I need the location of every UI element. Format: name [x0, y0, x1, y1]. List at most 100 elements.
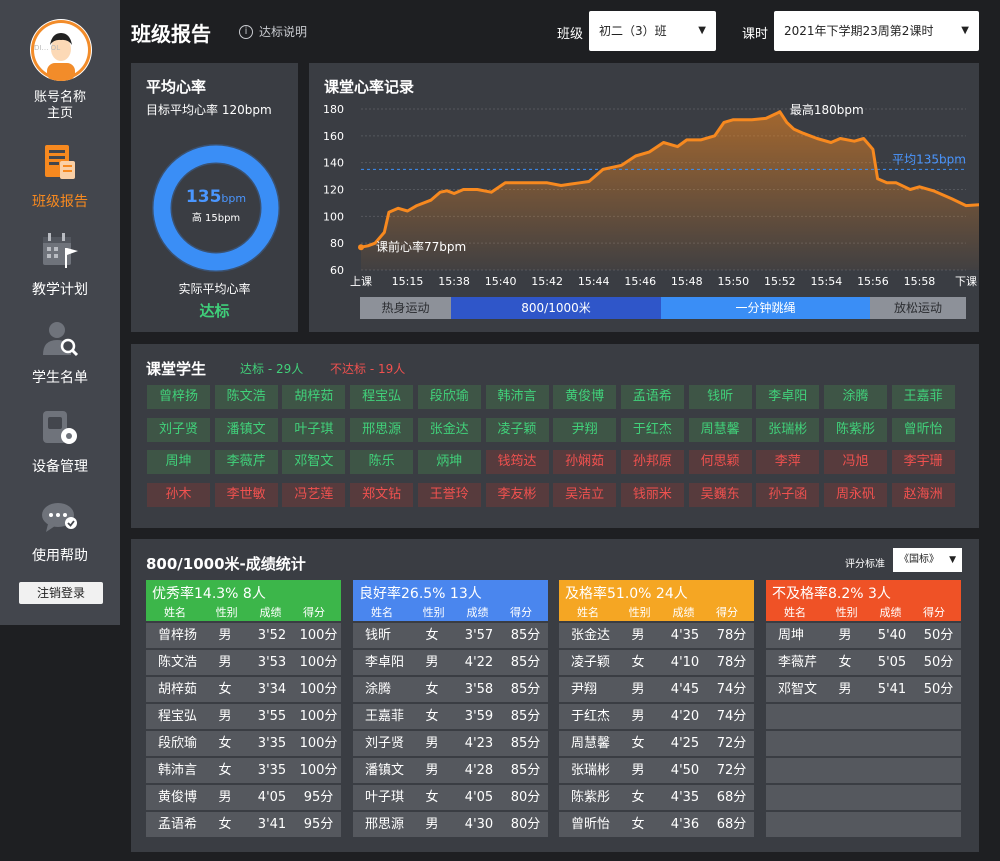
- student-chip-fail[interactable]: 吴巍东: [688, 482, 752, 507]
- table-row[interactable]: 孟语希 女 3'41 95分: [146, 812, 341, 837]
- standard-help-link[interactable]: i 达标说明: [239, 23, 307, 40]
- table-row[interactable]: 潘镇文 男 4'28 85分: [353, 758, 548, 783]
- student-chip-pass[interactable]: 李卓阳: [756, 385, 820, 409]
- cell-name: 张瑞彬: [571, 763, 611, 778]
- class-select[interactable]: 初二（3）班 ▼: [589, 11, 716, 51]
- student-chip-fail[interactable]: 李友彬: [485, 482, 549, 507]
- table-row[interactable]: 程宝弘 男 3'55 100分: [146, 704, 341, 729]
- table-row[interactable]: 尹翔 男 4'45 74分: [559, 677, 754, 702]
- table-row[interactable]: 陈文浩 男 3'53 100分: [146, 650, 341, 675]
- student-chip-fail[interactable]: 钱筠达: [485, 450, 549, 475]
- table-row[interactable]: 涂腾 女 3'58 85分: [353, 677, 548, 702]
- student-chip-fail[interactable]: 周永矾: [824, 482, 887, 507]
- cell-points: 50分: [923, 655, 954, 670]
- table-row[interactable]: 钱昕 女 3'57 85分: [353, 623, 548, 648]
- student-chip-pass[interactable]: 陈文浩: [214, 385, 278, 409]
- student-chip-pass[interactable]: 陈乐: [350, 450, 414, 475]
- student-chip-pass[interactable]: 曾梓扬: [147, 385, 210, 409]
- logout-button[interactable]: 注销登录: [19, 582, 103, 604]
- table-row[interactable]: 李卓阳 男 4'22 85分: [353, 650, 548, 675]
- student-chip-pass[interactable]: 涂腾: [824, 385, 887, 409]
- nav-item-device-management[interactable]: 设备管理: [0, 408, 120, 476]
- student-chip-pass[interactable]: 周慧馨: [688, 417, 752, 442]
- student-chip-pass[interactable]: 邢思源: [350, 417, 414, 442]
- table-row[interactable]: 韩沛言 女 3'35 100分: [146, 758, 341, 783]
- student-chip-pass[interactable]: 尹翔: [553, 417, 617, 442]
- lesson-select[interactable]: 2021年下学期23周第2课时 ▼: [774, 11, 979, 51]
- student-chip-pass[interactable]: 炳坤: [417, 450, 481, 475]
- cell-gender: 女: [218, 817, 232, 832]
- nav-item-help[interactable]: 使用帮助: [0, 497, 120, 565]
- table-row[interactable]: 叶子琪 女 4'05 80分: [353, 785, 548, 810]
- student-chip-pass[interactable]: 张金达: [417, 417, 481, 442]
- cell-gender: 女: [218, 763, 232, 778]
- table-row[interactable]: 段欣瑜 女 3'35 100分: [146, 731, 341, 756]
- student-chip-pass[interactable]: 陈紫彤: [824, 417, 887, 442]
- account-name[interactable]: 账号名称 主页: [0, 90, 120, 122]
- student-chip-fail[interactable]: 李世敏: [214, 482, 278, 507]
- student-chip-fail[interactable]: 王誉玲: [417, 482, 481, 507]
- table-row[interactable]: 张金达 男 4'35 78分: [559, 623, 754, 648]
- avatar[interactable]: DI… OL: [30, 19, 92, 81]
- student-chip-pass[interactable]: 程宝弘: [350, 385, 414, 409]
- student-chip-fail[interactable]: 孙子函: [756, 482, 820, 507]
- table-row[interactable]: 周慧馨 女 4'25 72分: [559, 731, 754, 756]
- start-point: [358, 244, 364, 251]
- table-row[interactable]: [766, 785, 961, 810]
- student-chip-pass[interactable]: 刘子贤: [147, 417, 210, 442]
- student-chip-pass[interactable]: 于红杰: [620, 417, 684, 442]
- table-row[interactable]: 曾梓扬 男 3'52 100分: [146, 623, 341, 648]
- cell-points: 68分: [716, 817, 747, 832]
- cell-gender: 女: [631, 655, 645, 670]
- table-row[interactable]: 胡梓茹 女 3'34 100分: [146, 677, 341, 702]
- table-row[interactable]: [766, 812, 961, 837]
- table-row[interactable]: 陈紫彤 女 4'35 68分: [559, 785, 754, 810]
- table-row[interactable]: 于红杰 男 4'20 74分: [559, 704, 754, 729]
- table-row[interactable]: 邢思源 男 4'30 80分: [353, 812, 548, 837]
- nav-item-class-report[interactable]: 班级报告: [0, 143, 120, 211]
- table-row[interactable]: 王嘉菲 女 3'59 85分: [353, 704, 548, 729]
- table-row[interactable]: 周坤 男 5'40 50分: [766, 623, 961, 648]
- table-row[interactable]: [766, 704, 961, 729]
- student-chip-pass[interactable]: 钱昕: [688, 385, 752, 409]
- student-chip-fail[interactable]: 李萍: [756, 450, 820, 475]
- table-row[interactable]: 刘子贤 男 4'23 85分: [353, 731, 548, 756]
- student-chip-fail[interactable]: 孙木: [147, 482, 210, 507]
- table-row[interactable]: 张瑞彬 男 4'50 72分: [559, 758, 754, 783]
- cell-score: 3'52: [257, 628, 287, 643]
- student-chip-fail[interactable]: 冯艺莲: [282, 482, 346, 507]
- student-chip-fail[interactable]: 何思颖: [688, 450, 752, 475]
- nav-item-teaching-plan[interactable]: 教学计划: [0, 231, 120, 299]
- student-chip-pass[interactable]: 韩沛言: [485, 385, 549, 409]
- student-chip-pass[interactable]: 李薇芹: [214, 450, 278, 475]
- student-chip-fail[interactable]: 吴洁立: [553, 482, 617, 507]
- student-chip-fail[interactable]: 孙娴茹: [553, 450, 617, 475]
- table-row[interactable]: 凌子颖 女 4'10 78分: [559, 650, 754, 675]
- nav-item-student-list[interactable]: 学生名单: [0, 319, 120, 387]
- student-chip-pass[interactable]: 张瑞彬: [756, 417, 820, 442]
- table-row[interactable]: 黄俊博 男 4'05 95分: [146, 785, 341, 810]
- student-chip-pass[interactable]: 孟语希: [620, 385, 684, 409]
- student-chip-fail[interactable]: 孙邦原: [620, 450, 684, 475]
- table-row[interactable]: 曾昕怡 女 4'36 68分: [559, 812, 754, 837]
- student-chip-pass[interactable]: 曾昕怡: [891, 417, 955, 442]
- student-chip-pass[interactable]: 胡梓茹: [282, 385, 346, 409]
- table-row[interactable]: 李薇芹 女 5'05 50分: [766, 650, 961, 675]
- student-chip-pass[interactable]: 周坤: [147, 450, 210, 475]
- student-chip-fail[interactable]: 赵海洲: [891, 482, 955, 507]
- student-chip-pass[interactable]: 邓智文: [282, 450, 346, 475]
- student-chip-pass[interactable]: 叶子琪: [282, 417, 346, 442]
- student-chip-fail[interactable]: 钱丽米: [620, 482, 684, 507]
- student-chip-pass[interactable]: 段欣瑜: [417, 385, 481, 409]
- grading-standard-select[interactable]: 《国标》 ▼: [893, 548, 962, 572]
- student-chip-pass[interactable]: 黄俊博: [553, 385, 617, 409]
- student-chip-fail[interactable]: 李宇珊: [891, 450, 955, 475]
- student-chip-pass[interactable]: 潘镇文: [214, 417, 278, 442]
- table-row[interactable]: [766, 731, 961, 756]
- table-row[interactable]: [766, 758, 961, 783]
- student-chip-pass[interactable]: 王嘉菲: [891, 385, 955, 409]
- student-chip-pass[interactable]: 凌子颖: [485, 417, 549, 442]
- table-row[interactable]: 邓智文 男 5'41 50分: [766, 677, 961, 702]
- student-chip-fail[interactable]: 郑文钻: [350, 482, 414, 507]
- student-chip-fail[interactable]: 冯旭: [824, 450, 887, 475]
